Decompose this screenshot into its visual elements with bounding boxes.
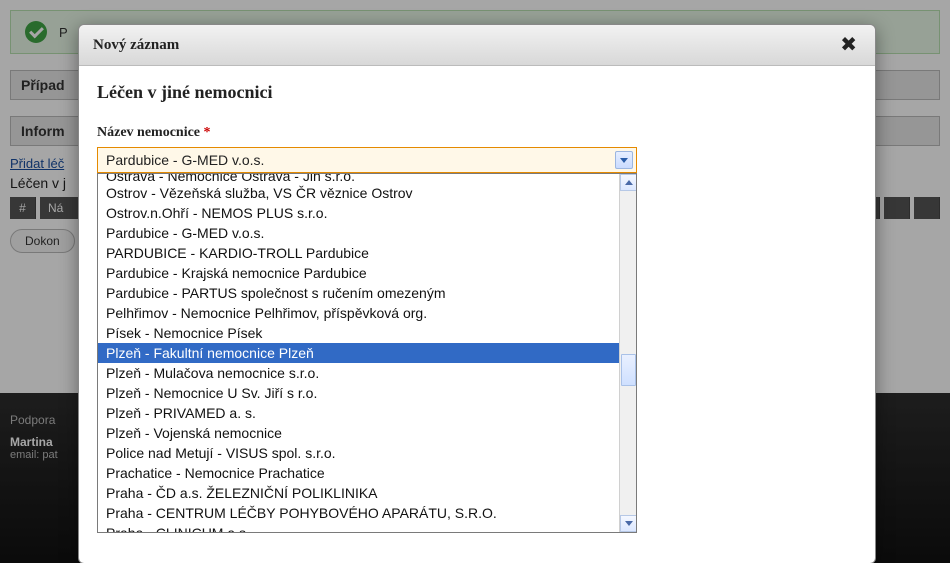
dropdown-option[interactable]: Pelhřimov - Nemocnice Pelhřimov, příspěv… [98,303,619,323]
dropdown-option[interactable]: Plzeň - Mulačova nemocnice s.r.o. [98,363,619,383]
dropdown-option[interactable]: Police nad Metují - VISUS spol. s.r.o. [98,443,619,463]
dropdown-option[interactable]: Plzeň - Fakultní nemocnice Plzeň [98,343,619,363]
dropdown-option[interactable]: Plzeň - Vojenská nemocnice [98,423,619,443]
dropdown-option[interactable]: Pardubice - G-MED v.o.s. [98,223,619,243]
dropdown-list: Ostrava - Nemocnice Ostrava - Jih s.r.o.… [98,174,619,532]
dialog-titlebar[interactable]: Nový záznam ✖ [79,25,875,66]
form-heading: Léčen v jiné nemocnici [97,82,857,103]
dropdown-option[interactable]: Plzeň - PRIVAMED a. s. [98,403,619,423]
dropdown-option[interactable]: Pardubice - Krajská nemocnice Pardubice [98,263,619,283]
dropdown-scrollbar[interactable] [619,174,636,532]
hospital-select-input[interactable] [97,147,637,173]
chevron-down-icon[interactable] [615,151,633,169]
dropdown-option[interactable]: Praha - CENTRUM LÉČBY POHYBOVÉHO APARÁTU… [98,503,619,523]
dropdown-option[interactable]: Plzeň - Nemocnice U Sv. Jiří s r.o. [98,383,619,403]
hospital-name-label: Název nemocnice * [97,125,857,141]
dropdown-option[interactable]: Praha - CLINICUM a.s. [98,523,619,532]
required-mark: * [204,125,211,140]
scroll-thumb[interactable] [621,354,636,386]
dropdown-option[interactable]: Prachatice - Nemocnice Prachatice [98,463,619,483]
close-icon[interactable]: ✖ [836,35,861,55]
hospital-dropdown: Ostrava - Nemocnice Ostrava - Jih s.r.o.… [97,173,637,533]
dropdown-option[interactable]: Písek - Nemocnice Písek [98,323,619,343]
new-record-dialog: Nový záznam ✖ Léčen v jiné nemocnici Náz… [78,24,876,563]
dropdown-option[interactable]: Ostrov - Vězeňská služba, VS ČR věznice … [98,183,619,203]
dropdown-option[interactable]: Ostrov.n.Ohří - NEMOS PLUS s.r.o. [98,203,619,223]
scroll-down-button[interactable] [620,515,637,532]
dropdown-option[interactable]: Ostrava - Nemocnice Ostrava - Jih s.r.o. [98,174,619,183]
dropdown-option[interactable]: Pardubice - PARTUS společnost s ručením … [98,283,619,303]
dropdown-option[interactable]: PARDUBICE - KARDIO-TROLL Pardubice [98,243,619,263]
dialog-title: Nový záznam [93,37,836,54]
scroll-up-button[interactable] [620,174,637,191]
dropdown-option[interactable]: Praha - ČD a.s. ŽELEZNIČNÍ POLIKLINIKA [98,483,619,503]
